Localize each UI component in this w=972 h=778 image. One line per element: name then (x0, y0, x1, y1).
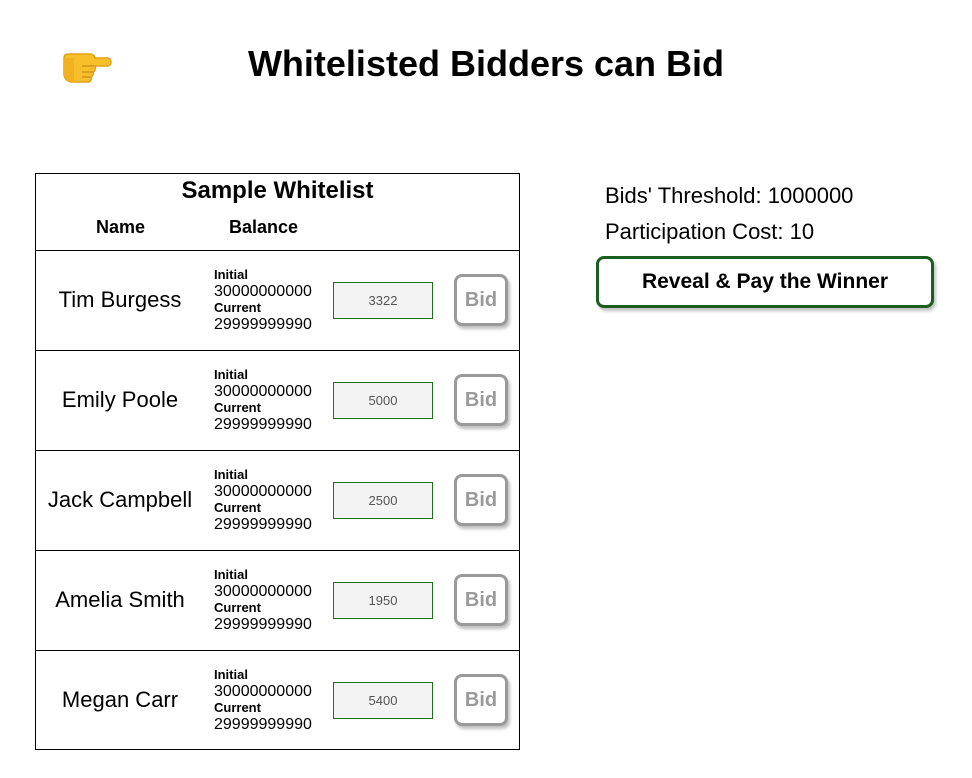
bid-button[interactable]: Bid (454, 474, 508, 526)
current-label: Current (214, 600, 261, 615)
initial-label: Initial (214, 367, 248, 382)
column-header-balance: Balance (229, 217, 299, 237)
initial-balance: 30000000000 (214, 683, 312, 700)
bidder-row: Jack Campbell Initial 30000000000 Curren… (36, 451, 519, 551)
bidder-name: Amelia Smith (55, 587, 185, 612)
bid-button[interactable]: Bid (454, 674, 508, 726)
bid-amount-input[interactable] (333, 582, 433, 619)
bidder-balance: Initial 30000000000 Current 29999999990 (214, 268, 324, 334)
bidder-name: Jack Campbell (47, 487, 193, 512)
page: Whitelisted Bidders can Bid Sample White… (0, 0, 972, 778)
bid-amount-input[interactable] (333, 682, 433, 719)
bidder-row: Emily Poole Initial 30000000000 Current … (36, 351, 519, 451)
bid-amount-input[interactable] (333, 482, 433, 519)
current-balance: 29999999990 (214, 416, 312, 433)
current-label: Current (214, 400, 261, 415)
whitelist-table: Sample Whitelist Name Balance Tim Burges… (35, 173, 520, 750)
bidder-row: Tim Burgess Initial 30000000000 Current … (36, 251, 519, 351)
current-label: Current (214, 700, 261, 715)
bidder-name: Tim Burgess (58, 287, 182, 312)
bid-amount-input[interactable] (333, 382, 433, 419)
whitelist-title: Sample Whitelist (181, 177, 374, 204)
current-label: Current (214, 300, 261, 315)
initial-label: Initial (214, 467, 248, 482)
bidder-name: Emily Poole (61, 387, 179, 412)
participation-cost-text: Participation Cost: 10 (605, 219, 815, 244)
bidder-balance: Initial 30000000000 Current 29999999990 (214, 468, 324, 534)
initial-label: Initial (214, 667, 248, 682)
current-balance: 29999999990 (214, 516, 312, 533)
bid-amount-input[interactable] (333, 282, 433, 319)
bidder-balance: Initial 30000000000 Current 29999999990 (214, 568, 324, 634)
initial-balance: 30000000000 (214, 583, 312, 600)
bid-button[interactable]: Bid (454, 574, 508, 626)
initial-balance: 30000000000 (214, 283, 312, 300)
bidder-balance: Initial 30000000000 Current 29999999990 (214, 668, 324, 734)
page-title: Whitelisted Bidders can Bid (247, 43, 725, 84)
initial-label: Initial (214, 567, 248, 582)
current-balance: 29999999990 (214, 716, 312, 733)
bidder-balance: Initial 30000000000 Current 29999999990 (214, 368, 324, 434)
current-balance: 29999999990 (214, 616, 312, 633)
reveal-pay-winner-button[interactable]: Reveal & Pay the Winner (596, 256, 934, 308)
column-header-name: Name (96, 217, 146, 237)
bidder-name: Megan Carr (61, 687, 179, 712)
bid-button[interactable]: Bid (454, 274, 508, 326)
whitelist-header: Sample Whitelist Name Balance (36, 174, 519, 251)
current-balance: 29999999990 (214, 316, 312, 333)
bidder-row: Amelia Smith Initial 30000000000 Current… (36, 551, 519, 651)
current-label: Current (214, 500, 261, 515)
bids-threshold-text: Bids' Threshold: 1000000 (605, 183, 854, 208)
bidder-row: Megan Carr Initial 30000000000 Current 2… (36, 651, 519, 749)
initial-balance: 30000000000 (214, 483, 312, 500)
initial-balance: 30000000000 (214, 383, 312, 400)
initial-label: Initial (214, 267, 248, 282)
bid-button[interactable]: Bid (454, 374, 508, 426)
